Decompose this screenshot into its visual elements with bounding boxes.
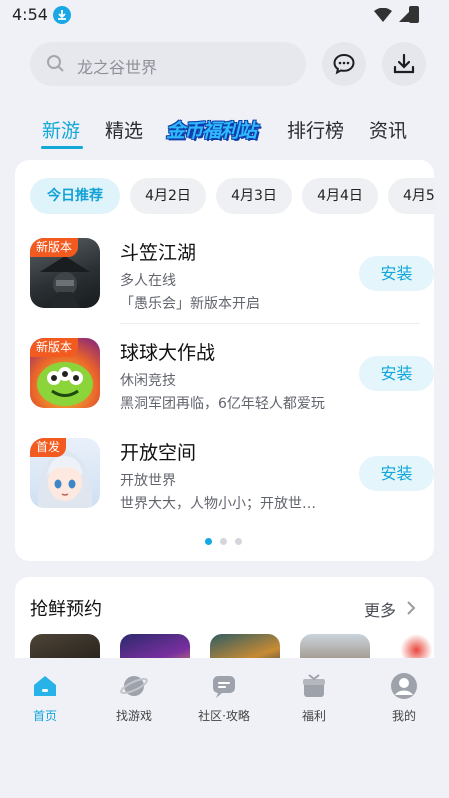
status-badge: 首发 xyxy=(30,438,67,457)
install-button[interactable]: 安装 xyxy=(359,356,434,391)
status-badge: 新版本 xyxy=(30,338,79,357)
preorder-card: 抢鲜预约 更多 xyxy=(15,577,434,667)
game-title: 球球大作战 xyxy=(120,342,216,364)
new-games-card: 今日推荐 4月2日 4月3日 4月4日 4月5 新版本 斗笠江湖 多人在线 「愚… xyxy=(15,160,434,561)
carousel-dot-active[interactable] xyxy=(205,538,212,545)
nav-home[interactable]: 首页 xyxy=(10,672,80,728)
more-link[interactable]: 更多 xyxy=(364,597,396,621)
nav-find-games[interactable]: 找游戏 xyxy=(99,672,169,728)
download-icon xyxy=(393,53,415,74)
nav-community[interactable]: 社区·攻略 xyxy=(189,672,259,728)
nav-profile[interactable]: 我的 xyxy=(369,672,439,728)
status-bar: 4:54 xyxy=(0,0,449,30)
nav-label: 福利 xyxy=(301,709,326,723)
message-icon xyxy=(333,53,355,75)
tab-featured[interactable]: 精选 xyxy=(105,116,143,143)
list-item[interactable]: 首发 开放空间 开放世界 世界大大，人物小小；开放世界等你探索 安装 xyxy=(30,438,434,512)
chip-today[interactable]: 今日推荐 xyxy=(30,178,120,214)
game-category: 休闲竞技 xyxy=(120,373,176,389)
search-placeholder: 龙之谷世界 xyxy=(77,58,158,77)
planet-icon xyxy=(120,676,148,696)
install-button[interactable]: 安装 xyxy=(359,256,434,291)
wifi-icon xyxy=(374,8,392,22)
section-title: 抢鲜预约 xyxy=(30,599,102,620)
game-description: 黑洞军团再临，6亿年轻人都爱玩 xyxy=(120,396,325,412)
chip-date[interactable]: 4月5 xyxy=(388,178,434,214)
download-notification-icon xyxy=(53,6,71,24)
home-icon xyxy=(34,676,56,696)
search-icon xyxy=(47,55,64,72)
game-description: 世界大大，人物小小；开放世界等你探索 xyxy=(120,496,325,512)
carousel-dot[interactable] xyxy=(220,538,227,545)
nav-label: 社区·攻略 xyxy=(198,709,250,723)
tab-coin-welfare[interactable]: 金币福利站 xyxy=(166,116,257,143)
status-time: 4:54 xyxy=(12,5,48,24)
divider xyxy=(120,323,420,324)
nav-welfare[interactable]: 福利 xyxy=(279,672,349,728)
nav-label: 我的 xyxy=(391,709,416,723)
game-category: 多人在线 xyxy=(120,273,176,289)
game-description: 「愚乐会」新版本开启 xyxy=(120,296,260,312)
game-category: 开放世界 xyxy=(120,473,176,489)
battery-icon xyxy=(409,6,419,23)
game-title: 开放空间 xyxy=(120,442,197,464)
list-item[interactable]: 新版本 球球大作战 休闲竞技 黑洞军团再临，6亿年轻人都爱玩 安装 xyxy=(30,338,434,412)
profile-icon xyxy=(391,673,417,699)
chat-icon xyxy=(213,676,235,698)
tab-new-games[interactable]: 新游 xyxy=(42,116,80,143)
status-badge: 新版本 xyxy=(30,238,79,257)
bottom-navigation: 首页 找游戏 社区·攻略 福利 我的 xyxy=(0,658,449,798)
chevron-right-icon[interactable] xyxy=(406,600,416,616)
tab-rankings[interactable]: 排行榜 xyxy=(287,116,344,143)
nav-label: 首页 xyxy=(32,709,57,723)
active-tab-indicator xyxy=(41,146,83,149)
game-title: 斗笠江湖 xyxy=(120,242,197,264)
carousel-dot[interactable] xyxy=(235,538,242,545)
category-tabs: 新游 精选 金币福利站 排行榜 资讯 xyxy=(0,112,449,152)
gift-icon xyxy=(303,674,325,697)
install-button[interactable]: 安装 xyxy=(359,456,434,491)
messages-button[interactable] xyxy=(322,42,366,86)
chip-date[interactable]: 4月3日 xyxy=(216,178,292,214)
chip-date[interactable]: 4月4日 xyxy=(302,178,378,214)
date-chips: 今日推荐 4月2日 4月3日 4月4日 4月5 xyxy=(30,178,434,214)
downloads-button[interactable] xyxy=(382,42,426,86)
chip-date[interactable]: 4月2日 xyxy=(130,178,206,214)
search-input[interactable]: 龙之谷世界 xyxy=(30,42,306,86)
list-item[interactable]: 新版本 斗笠江湖 多人在线 「愚乐会」新版本开启 安装 xyxy=(30,238,434,312)
nav-label: 找游戏 xyxy=(115,709,152,723)
tab-news[interactable]: 资讯 xyxy=(369,116,407,143)
